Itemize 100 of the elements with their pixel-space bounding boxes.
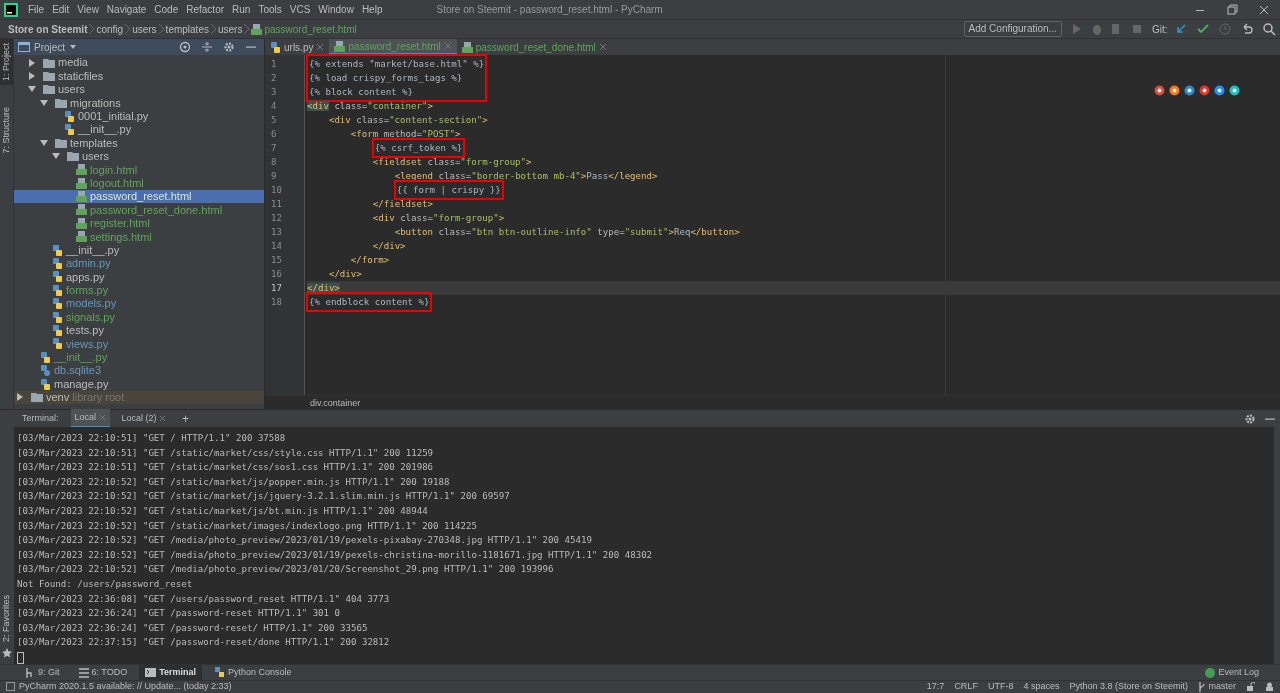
tree-item[interactable]: users bbox=[14, 149, 264, 164]
tree-item[interactable]: media bbox=[14, 56, 264, 70]
tool-window-tab[interactable]: Python Console bbox=[208, 664, 298, 681]
tree-item[interactable]: db.sqlite3 bbox=[14, 364, 264, 378]
git-label: Git: bbox=[1151, 22, 1168, 37]
tree-item[interactable]: staticfiles bbox=[14, 69, 264, 83]
terminal-line: [03/Mar/2023 22:10:52] "GET /static/market/js/bt.min.js HTTP/1.1" 200 48944 bbox=[17, 504, 429, 518]
terminal-line: [03/Mar/2023 22:10:51] "GET / HTTP/1.1" 200 37588 bbox=[17, 432, 287, 445]
terminal-line: [03/Mar/2023 22:36:08] "GET /users/password_reset HTTP/1.1" 404 3773 bbox=[17, 592, 391, 606]
code-line: <div class="form-group"> bbox=[372, 212, 506, 225]
configuration-button[interactable]: Add Configuration... bbox=[963, 21, 1062, 37]
tree-item[interactable]: venv library root bbox=[14, 390, 264, 405]
line-number: 18 bbox=[270, 296, 283, 309]
tree-item[interactable]: migrations bbox=[14, 96, 264, 110]
tree-item[interactable]: admin.py bbox=[14, 256, 264, 271]
tree-item[interactable]: password_reset.html bbox=[14, 189, 264, 204]
code-line: {{ form | crispy }} bbox=[396, 184, 501, 197]
menu-item[interactable]: Edit bbox=[48, 2, 74, 17]
tree-item[interactable]: login.html bbox=[14, 163, 264, 177]
status-item[interactable]: UTF-8 bbox=[987, 679, 1014, 693]
line-number: 1 bbox=[270, 58, 278, 71]
tree-item[interactable]: users bbox=[14, 82, 264, 97]
editor-tab[interactable]: password_reset_done.html bbox=[456, 39, 612, 55]
tree-item[interactable]: __init__.py bbox=[14, 243, 264, 257]
line-number: 11 bbox=[270, 198, 283, 211]
menu-item[interactable]: Code bbox=[150, 2, 183, 17]
line-number: 16 bbox=[270, 268, 283, 281]
tool-window-tab[interactable]: 1: Project bbox=[0, 39, 13, 86]
terminal-line: [03/Mar/2023 22:10:52] "GET /static/market/js/jquery-3.2.1.slim.min.js HTTP/1.1" 200 69597 bbox=[17, 490, 511, 504]
terminal-line: Not Found: /users/password_reset bbox=[17, 577, 194, 591]
status-message[interactable]: PyCharm 2020.1.5 available: // Update... (today 2:33) bbox=[19, 679, 232, 693]
tool-window-tab[interactable]: 6: TODO bbox=[71, 664, 134, 681]
status-item[interactable]: Python 3.8 (Store on Steemit) bbox=[1069, 679, 1188, 693]
breadcrumb-item[interactable]: users bbox=[217, 21, 243, 37]
tree-item[interactable]: signals.py bbox=[14, 310, 264, 324]
branch-widget[interactable]: master bbox=[1198, 679, 1236, 693]
status-item[interactable]: CRLF bbox=[954, 679, 978, 693]
menu-item[interactable]: Run bbox=[228, 2, 255, 17]
menu-item[interactable]: Window bbox=[314, 2, 358, 17]
tool-window-tab[interactable]: Terminal bbox=[139, 664, 203, 681]
session-tab[interactable]: Local (2) bbox=[117, 409, 171, 428]
status-item[interactable]: 17:7 bbox=[926, 679, 945, 693]
line-number: 10 bbox=[270, 184, 283, 197]
menu-item[interactable]: Navigate bbox=[102, 2, 151, 17]
breadcrumb-item[interactable]: Store on Steemit bbox=[8, 21, 88, 37]
tree-item[interactable]: tests.py bbox=[14, 323, 264, 338]
code-line: </fieldset> bbox=[372, 198, 434, 211]
line-number: 13 bbox=[270, 226, 283, 239]
event-log-button[interactable]: Event Log bbox=[1199, 664, 1265, 681]
terminal-line: [03/Mar/2023 22:10:52] "GET /media/photo_preview/2023/01/19/pexels-christina-morillo-1181671.jpg HTTP/1.1" 200 48302 bbox=[17, 548, 654, 562]
status-item[interactable]: 4 spaces bbox=[1023, 679, 1060, 693]
code-line: {% csrf_token %} bbox=[374, 142, 463, 155]
menu-item[interactable]: Refactor bbox=[182, 2, 229, 17]
tree-item[interactable]: logout.html bbox=[14, 176, 264, 190]
panel-title[interactable]: Project bbox=[34, 39, 66, 55]
tree-item[interactable]: views.py bbox=[14, 337, 264, 351]
tree-item[interactable]: 0001_initial.py bbox=[14, 109, 264, 123]
line-number: 12 bbox=[270, 212, 283, 225]
tree-item[interactable]: settings.html bbox=[14, 230, 264, 244]
line-number: 15 bbox=[270, 254, 283, 267]
tree-item[interactable]: __init__.py bbox=[14, 350, 264, 364]
tree-item[interactable]: __init__.py bbox=[14, 122, 264, 137]
terminal-line: [03/Mar/2023 22:37:15] "GET /password-reset/done HTTP/1.1" 200 32812 bbox=[17, 636, 391, 650]
tree-item[interactable]: manage.py bbox=[14, 377, 264, 391]
line-number: 7 bbox=[270, 142, 278, 155]
code-line: <legend class="border-bottom mb-4">Pass</legend> bbox=[394, 170, 659, 183]
breadcrumb-item[interactable]: users bbox=[132, 21, 157, 37]
breadcrumb-item[interactable]: templates bbox=[165, 21, 209, 37]
breadcrumb-item[interactable]: div.container bbox=[265, 395, 1280, 409]
menu-item[interactable]: Help bbox=[357, 2, 387, 17]
tree-item[interactable]: password_reset_done.html bbox=[14, 203, 264, 217]
terminal-line: [03/Mar/2023 22:10:52] "GET /static/market/js/popper.min.js HTTP/1.1" 200 19188 bbox=[17, 475, 451, 489]
breadcrumb-item[interactable]: password_reset.html bbox=[264, 21, 357, 37]
line-number: 5 bbox=[270, 114, 278, 127]
terminal-line: [03/Mar/2023 22:36:24] "GET /password-reset HTTP/1.1" 301 0 bbox=[17, 607, 342, 621]
code-line: {% extends "market/base.html" %} bbox=[309, 58, 485, 71]
menu-item[interactable]: Tools bbox=[254, 2, 286, 17]
line-number: 17 bbox=[270, 282, 283, 295]
tree-item[interactable]: apps.py bbox=[14, 270, 264, 284]
tree-item[interactable]: models.py bbox=[14, 297, 264, 311]
breadcrumb-item[interactable]: config bbox=[96, 21, 124, 37]
code-line: <div class="content-section"> bbox=[328, 114, 489, 127]
menu-item[interactable]: View bbox=[73, 2, 103, 17]
menu-item[interactable]: File bbox=[24, 2, 49, 17]
code-line: <form method="POST"> bbox=[350, 128, 462, 141]
terminal-line: [03/Mar/2023 22:10:51] "GET /static/market/css/style.css HTTP/1.1" 200 11259 bbox=[17, 446, 435, 460]
menu-item[interactable]: VCS bbox=[285, 2, 315, 17]
line-number: 6 bbox=[270, 128, 278, 141]
tree-item[interactable]: register.html bbox=[14, 216, 264, 231]
tool-window-tab[interactable]: 7: Structure bbox=[0, 103, 13, 158]
terminal-line: [03/Mar/2023 22:10:51] "GET /static/market/css/sos1.css HTTP/1.1" 200 201986 bbox=[17, 461, 435, 475]
code-line: </form> bbox=[350, 254, 391, 267]
line-number: 3 bbox=[270, 86, 278, 99]
tool-window-tab[interactable]: 9: Git bbox=[18, 664, 66, 681]
code-line: </div> bbox=[328, 268, 363, 281]
editor-tab[interactable]: urls.py bbox=[265, 39, 330, 55]
code-line: <div class="container"> bbox=[307, 100, 434, 113]
add-tab-button[interactable]: + bbox=[178, 407, 194, 430]
tree-item[interactable]: forms.py bbox=[14, 283, 264, 298]
tree-item[interactable]: templates bbox=[14, 136, 264, 150]
